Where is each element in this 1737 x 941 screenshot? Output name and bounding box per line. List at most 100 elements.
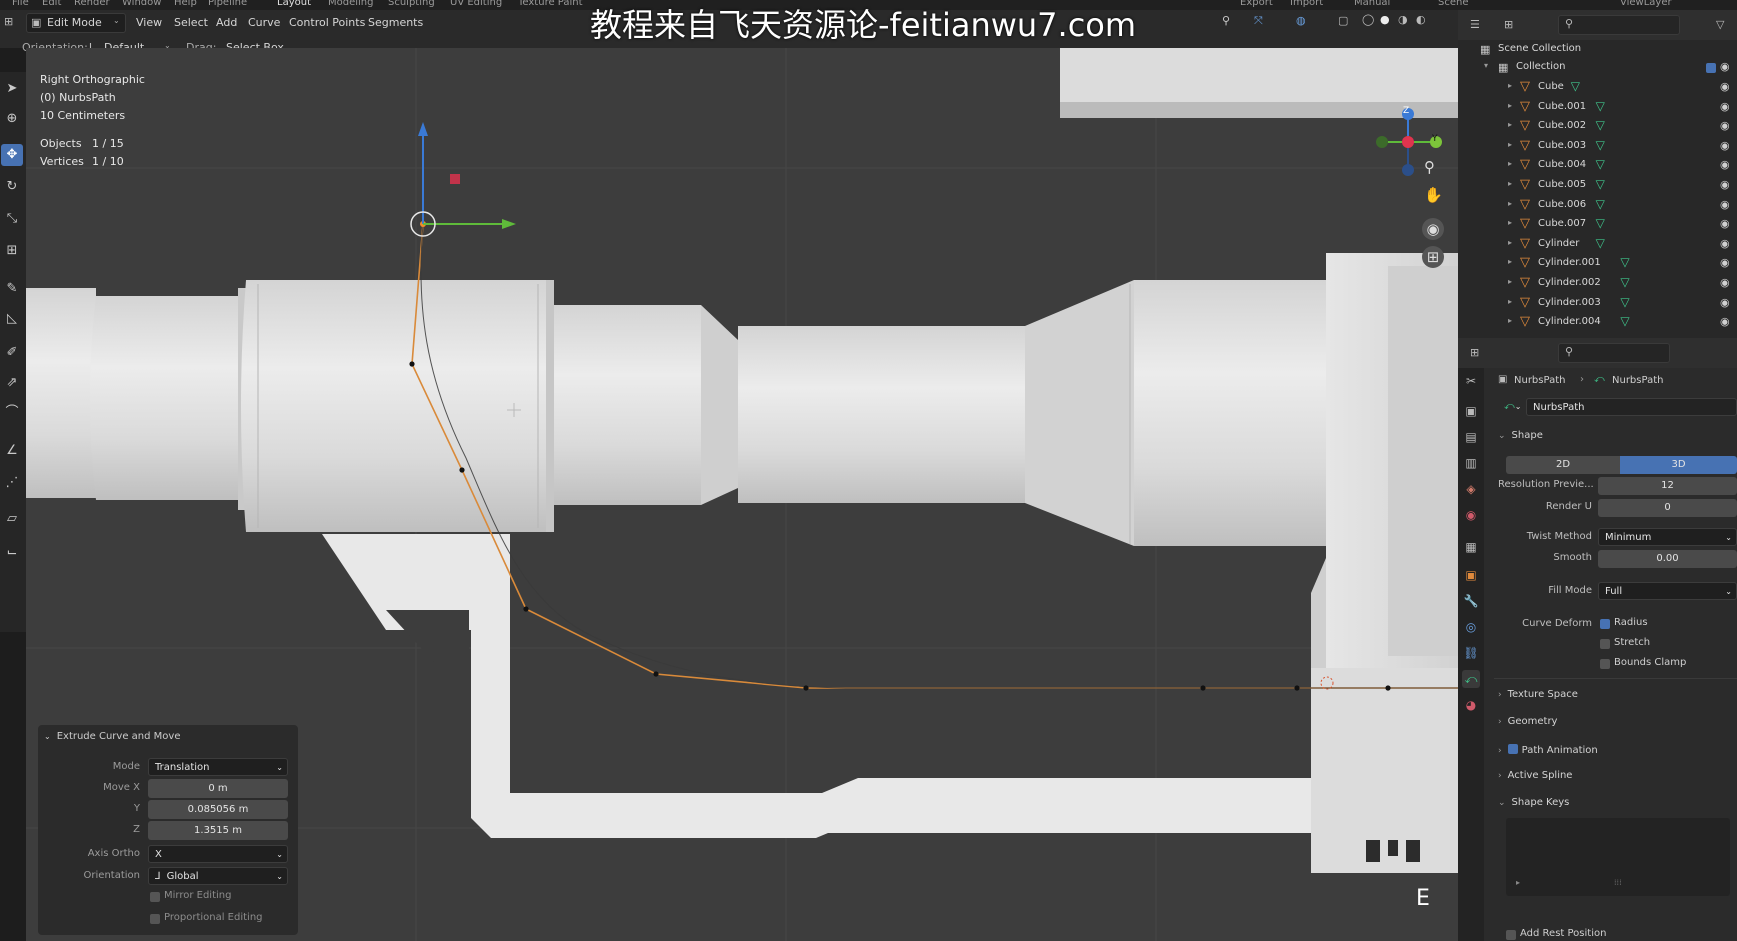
expand-arrow-icon[interactable]: ▸ [1508,238,1512,247]
eye-icon[interactable]: ◉ [1720,198,1730,211]
path-animation-checkbox[interactable] [1507,744,1518,754]
axis-ortho-dropdown[interactable]: X ⌄ [148,845,288,863]
world-tab-icon[interactable]: ◉ [1462,506,1480,524]
eye-icon[interactable]: ◉ [1720,296,1730,309]
menu-edit[interactable]: Edit [42,0,61,8]
outliner-item[interactable]: ▸ ▽ Cylinder.002 ▽ ◉ [1458,274,1737,294]
move-y-field[interactable]: 0.085056 m [148,800,288,819]
outliner-item[interactable]: ▸ ▽ Cylinder.001 ▽ ◉ [1458,254,1737,274]
cursor-tool-icon[interactable]: ⊕ [1,108,23,130]
expand-arrow-icon[interactable]: ▸ [1508,120,1512,129]
dimensions-3d-button[interactable]: 3D [1620,456,1737,474]
resolution-preview-field[interactable]: 12 [1598,477,1737,495]
radius-checkbox[interactable] [1600,619,1610,629]
eye-icon[interactable]: ◉ [1720,315,1730,328]
menu-help[interactable]: Help [174,0,197,8]
outliner-search-input[interactable]: ⚲ [1558,15,1680,35]
expand-arrow-icon[interactable]: ▸ [1508,179,1512,188]
transform-pivot-icon[interactable]: ⚲ [1222,14,1230,27]
shape-keys-list[interactable]: ▸ ⁞⁞⁞ [1506,818,1730,896]
proportional-editing-checkbox[interactable] [150,914,160,924]
outliner-item[interactable]: ▸ ▽ Cube.003 ▽ ◉ [1458,137,1737,157]
transform-tool-icon[interactable]: ⊞ [1,240,23,262]
active-spline-section[interactable]: › Active Spline [1498,770,1572,781]
move-tool-icon[interactable]: ✥ [1,144,23,166]
measure-tool-icon[interactable]: ◺ [1,308,23,330]
menu-select[interactable]: Select [174,16,208,29]
shape-section-header[interactable]: ⌄ Shape [1498,430,1543,441]
tab-texture-paint[interactable]: Texture Paint [518,0,583,8]
radius-tool-icon[interactable]: ⌒ [1,402,23,424]
mirror-editing-checkbox[interactable] [150,892,160,902]
collection-row[interactable]: ▾ ▦ Collection ◉ [1458,58,1737,78]
outliner-item[interactable]: ▸ ▽ Cube.004 ▽ ◉ [1458,156,1737,176]
texture-space-section[interactable]: › Texture Space [1498,689,1578,700]
filter-icon[interactable]: ▽ [1716,18,1724,31]
overlay-toggle-icon[interactable]: ◍ [1296,14,1306,27]
camera-view-icon[interactable]: ◉ [1422,218,1444,240]
eye-icon[interactable]: ◉ [1720,256,1730,269]
scene-tab-icon[interactable]: ◈ [1462,480,1480,498]
object-tab-icon[interactable]: ▣ [1462,566,1480,584]
scale-tool-icon[interactable]: ⤡ [1,208,23,230]
shear-tool-icon[interactable]: ▱ [1,508,23,530]
menu-export[interactable]: Export [1240,0,1273,8]
annotate-tool-icon[interactable]: ✎ [1,278,23,300]
eye-icon[interactable]: ◉ [1720,158,1730,171]
collection-tab-icon[interactable]: ▦ [1462,538,1480,556]
scene-collection-row[interactable]: ▦ Scene Collection [1458,40,1737,60]
eye-icon[interactable]: ◉ [1720,119,1730,132]
redo-panel-title[interactable]: ⌄ Extrude Curve and Move [44,731,180,742]
curve-data-tab-icon[interactable]: ⤺ [1462,670,1480,688]
expand-arrow-icon[interactable]: ▸ [1508,101,1512,110]
stretch-checkbox[interactable] [1600,639,1610,649]
tab-modeling[interactable]: Modeling [328,0,374,8]
eye-icon[interactable]: ◉ [1720,276,1730,289]
expand-arrow-icon[interactable]: ▸ [1508,81,1512,90]
rendered-shading-icon[interactable]: ◐ [1416,13,1426,26]
view-layer-tab-icon[interactable]: ▥ [1462,454,1480,472]
expand-arrow-icon[interactable]: ▾ [1484,61,1488,70]
material-shading-icon[interactable]: ◑ [1398,13,1408,26]
draw-tool-icon[interactable]: ✐ [1,342,23,364]
perspective-toggle-icon[interactable]: ⊞ [1422,246,1444,268]
smooth-field[interactable]: 0.00 [1598,550,1737,568]
material-tab-icon[interactable]: ◕ [1462,696,1480,714]
solid-shading-icon[interactable]: ● [1380,13,1390,26]
gizmo-toggle-icon[interactable]: ⤧ [1254,14,1263,28]
eye-icon[interactable]: ◉ [1720,237,1730,250]
outliner-item[interactable]: ▸ ▽ Cylinder.004 ▽ ◉ [1458,313,1737,333]
expand-arrow-icon[interactable]: ▸ [1508,199,1512,208]
tab-sculpting[interactable]: Sculpting [388,0,435,8]
list-expand-icon[interactable]: ▸ [1516,878,1520,887]
outliner-item[interactable]: ▸ ▽ Cube.005 ▽ ◉ [1458,176,1737,196]
extrude-tool-icon[interactable]: ⇗ [1,372,23,394]
list-resize-grip-icon[interactable]: ⁞⁞⁞ [1614,878,1622,887]
outliner-item[interactable]: ▸ ▽ Cylinder.003 ▽ ◉ [1458,294,1737,314]
menu-curve[interactable]: Curve [248,16,280,29]
physics-tab-icon[interactable]: ◎ [1462,618,1480,636]
orientation-dropdown[interactable]: ⅃ Global ⌄ [148,867,288,885]
expand-arrow-icon[interactable]: ▸ [1508,277,1512,286]
expand-arrow-icon[interactable]: ▸ [1508,257,1512,266]
randomize-tool-icon[interactable]: ⋰ [1,472,23,494]
dimensions-2d-button[interactable]: 2D [1506,456,1620,474]
outliner-item[interactable]: ▸ ▽ Cylinder ▽ ◉ [1458,235,1737,255]
collection-include-checkbox[interactable] [1706,63,1716,73]
eye-icon[interactable]: ◉ [1720,139,1730,152]
outliner-item[interactable]: ▸ ▽ Cube.006 ▽ ◉ [1458,196,1737,216]
filter-view-icon[interactable]: ⊞ [1504,18,1513,31]
menu-add[interactable]: Add [216,16,237,29]
wireframe-shading-icon[interactable]: ◯ [1362,13,1374,26]
menu-control-points[interactable]: Control Points [289,16,365,29]
tool-tab-icon[interactable]: ✂ [1462,372,1480,390]
expand-arrow-icon[interactable]: ▸ [1508,159,1512,168]
expand-arrow-icon[interactable]: ▸ [1508,316,1512,325]
menu-view[interactable]: View [136,16,162,29]
xray-toggle-icon[interactable]: ▢ [1338,14,1348,27]
datablock-name-field[interactable]: NurbsPath [1526,398,1737,416]
modifier-tab-icon[interactable]: 🔧 [1462,592,1480,610]
viewlayer-selector[interactable]: ViewLayer [1620,0,1672,8]
outliner-item[interactable]: ▸ ▽ Cube.002 ▽ ◉ [1458,117,1737,137]
move-z-field[interactable]: 1.3515 m [148,821,288,840]
